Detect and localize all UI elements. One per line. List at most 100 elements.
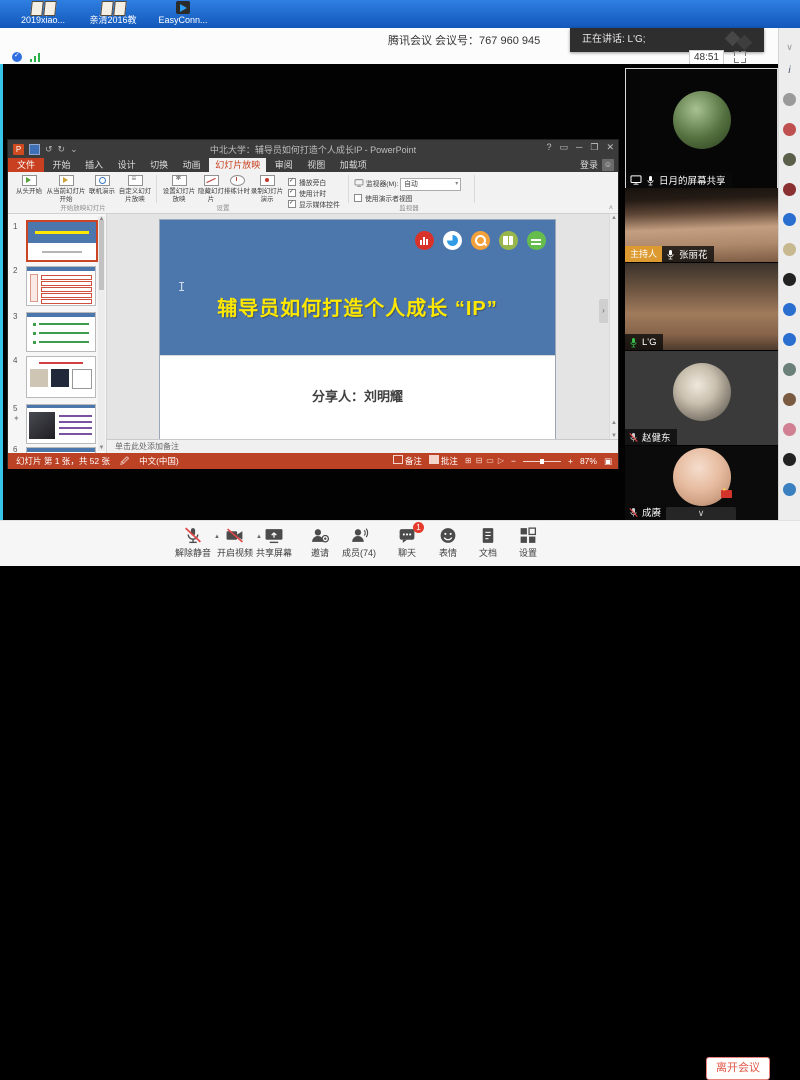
- thumbnail-scrollbar[interactable]: ▲ ▼: [98, 216, 105, 451]
- security-shield-icon[interactable]: [12, 52, 22, 62]
- leave-meeting-button[interactable]: 离开会议: [706, 1057, 770, 1080]
- slide-thumbnail-4[interactable]: [26, 356, 96, 398]
- scroll-up-icon[interactable]: ▲: [610, 215, 618, 221]
- tab-addins[interactable]: 加载项: [334, 158, 373, 172]
- tab-insert[interactable]: 插入: [79, 158, 109, 172]
- fullscreen-button[interactable]: [734, 51, 746, 63]
- ribbon-separator: [474, 175, 475, 203]
- easyconnect-icon: [176, 1, 190, 14]
- tab-design[interactable]: 设计: [112, 158, 142, 172]
- zoom-in-button[interactable]: +: [568, 453, 573, 469]
- hide-slide-button[interactable]: 隐藏幻灯片: [198, 174, 224, 204]
- tab-view[interactable]: 视图: [301, 158, 331, 172]
- language-indicator[interactable]: 中文(中国): [139, 453, 179, 469]
- video-tile-screen-share[interactable]: 日月的屏幕共享: [625, 68, 778, 189]
- slideshow-view-icon[interactable]: ▷: [498, 453, 504, 469]
- mini-avatar: [783, 303, 796, 316]
- scrollbar-thumb[interactable]: [99, 220, 104, 290]
- comments-toggle[interactable]: 批注: [429, 453, 458, 469]
- scroll-down-icon[interactable]: ▼: [98, 445, 105, 451]
- slide-thumbnail-panel[interactable]: 1 2 3 4 5: [8, 214, 107, 453]
- thumb-number: 2: [13, 266, 17, 275]
- slide-thumbnail-3[interactable]: [26, 312, 96, 352]
- bar-chart-icon: [415, 231, 434, 250]
- slide-canvas[interactable]: I 辅导员如何打造个人成长 “IP” 分享人：刘明耀: [159, 219, 556, 440]
- comments-icon: [429, 455, 439, 464]
- sign-in-link[interactable]: 登录: [580, 158, 598, 172]
- slide-thumbnail-1[interactable]: [26, 220, 98, 262]
- notes-pane[interactable]: 单击此处添加备注: [107, 439, 618, 453]
- close-button[interactable]: ✕: [606, 142, 614, 153]
- folder-books-icon: [100, 1, 126, 14]
- tab-slideshow[interactable]: 幻灯片放映: [209, 158, 266, 172]
- spellcheck-icon[interactable]: 🖉: [120, 453, 129, 469]
- thumb-number: 3: [13, 312, 17, 321]
- collapse-videos-button[interactable]: ∨: [666, 507, 736, 520]
- tab-home[interactable]: 开始: [47, 158, 77, 172]
- video-tile-host[interactable]: 主持人 张丽花: [625, 188, 778, 262]
- flag-badge: [721, 490, 732, 498]
- from-beginning-button[interactable]: 从头开始: [14, 174, 44, 196]
- use-timings-checkbox[interactable]: 使用计时: [288, 188, 326, 199]
- help-button[interactable]: ?: [546, 142, 551, 153]
- slide-thumbnail-5[interactable]: [26, 404, 96, 444]
- play-narrations-checkbox[interactable]: 播放旁白: [288, 177, 326, 188]
- restore-button[interactable]: ❐: [590, 142, 598, 153]
- zoom-slider-knob[interactable]: [540, 459, 544, 464]
- desktop-icon-2019xiao[interactable]: 2019xiao...: [8, 1, 78, 25]
- presenter-name: 分享人：刘明耀: [160, 386, 555, 405]
- setup-slideshow-button[interactable]: 设置幻灯片放映: [160, 174, 198, 204]
- collapse-ribbon-icon[interactable]: ˄: [609, 205, 613, 212]
- slide-thumbnail-2[interactable]: [26, 266, 96, 306]
- mic-icon: [666, 249, 675, 260]
- members-button[interactable]: 成员(74): [336, 526, 382, 559]
- settings-button[interactable]: 设置: [505, 526, 551, 559]
- share-screen-button[interactable]: 共享屏幕: [251, 526, 297, 559]
- ppt-window-title: 中北大学：辅导员如何打造个人成长IP - PowerPoint: [8, 143, 618, 156]
- participant-name: 成赓: [642, 505, 661, 519]
- ribbon-separator: [156, 175, 157, 203]
- fit-slide-icon[interactable]: ▣: [604, 453, 612, 469]
- sorter-view-icon[interactable]: ⊟: [476, 453, 483, 469]
- monitor-field: 监视器(M): 自动▾: [354, 178, 461, 191]
- prev-slide-icon[interactable]: ▲: [610, 420, 618, 426]
- avatar: [673, 91, 731, 149]
- from-current-slide-button[interactable]: 从当前幻灯片开始: [46, 174, 86, 204]
- chevron-down-icon[interactable]: ∨: [779, 42, 800, 53]
- desktop-icon-easyconnect[interactable]: EasyConn...: [148, 1, 218, 25]
- chat-button[interactable]: 1 聊天: [384, 526, 430, 559]
- minimize-button[interactable]: ─: [576, 142, 582, 153]
- rehearse-timings-button[interactable]: 排练计时: [224, 174, 250, 196]
- record-slideshow-button[interactable]: 录制幻灯片演示: [250, 174, 284, 204]
- desktop-icon-qinqing2016[interactable]: 亲清2016教: [78, 1, 148, 25]
- magnifier-icon: [471, 231, 490, 250]
- desktop-background: 2019xiao... 亲清2016教 EasyConn...: [0, 0, 800, 28]
- account-icon[interactable]: ☺: [602, 159, 614, 171]
- participant-name: L'G: [642, 337, 657, 348]
- meeting-timer: 48:51: [689, 50, 724, 65]
- show-media-controls-checkbox[interactable]: 显示媒体控件: [288, 199, 340, 210]
- monitor-dropdown[interactable]: 自动▾: [400, 178, 461, 191]
- next-slide-button[interactable]: ›: [599, 299, 608, 323]
- host-badge: 主持人: [625, 246, 662, 262]
- custom-slideshow-button[interactable]: 自定义幻灯片放映: [118, 174, 152, 204]
- slide-editor: I 辅导员如何打造个人成长 “IP” 分享人：刘明耀 ›: [107, 214, 608, 440]
- notes-toggle[interactable]: 备注: [393, 453, 422, 469]
- tab-review[interactable]: 审阅: [269, 158, 299, 172]
- editor-scrollbar[interactable]: ▲ ▲ ▼: [609, 214, 618, 440]
- ribbon-display-button[interactable]: ▭: [559, 142, 568, 153]
- zoom-level[interactable]: 87%: [580, 453, 597, 469]
- zoom-slider[interactable]: [523, 461, 561, 462]
- tab-file[interactable]: 文件: [8, 158, 44, 172]
- tab-transitions[interactable]: 切换: [144, 158, 174, 172]
- present-online-button[interactable]: 联机演示: [88, 174, 116, 196]
- zoom-out-button[interactable]: −: [511, 453, 516, 469]
- reading-view-icon[interactable]: ▭: [486, 453, 494, 469]
- normal-view-icon[interactable]: ⊞: [465, 453, 472, 469]
- group-label-monitors: 监视器: [354, 202, 464, 212]
- video-tile-muted[interactable]: 赵健东: [625, 351, 778, 445]
- tab-animations[interactable]: 动画: [177, 158, 207, 172]
- unmute-button[interactable]: 解除静音: [170, 526, 216, 559]
- ppt-titlebar[interactable]: P ↺ ↻ ⌄ 中北大学：辅导员如何打造个人成长IP - PowerPoint …: [8, 140, 618, 158]
- video-tile-speaker[interactable]: L'G: [625, 263, 778, 350]
